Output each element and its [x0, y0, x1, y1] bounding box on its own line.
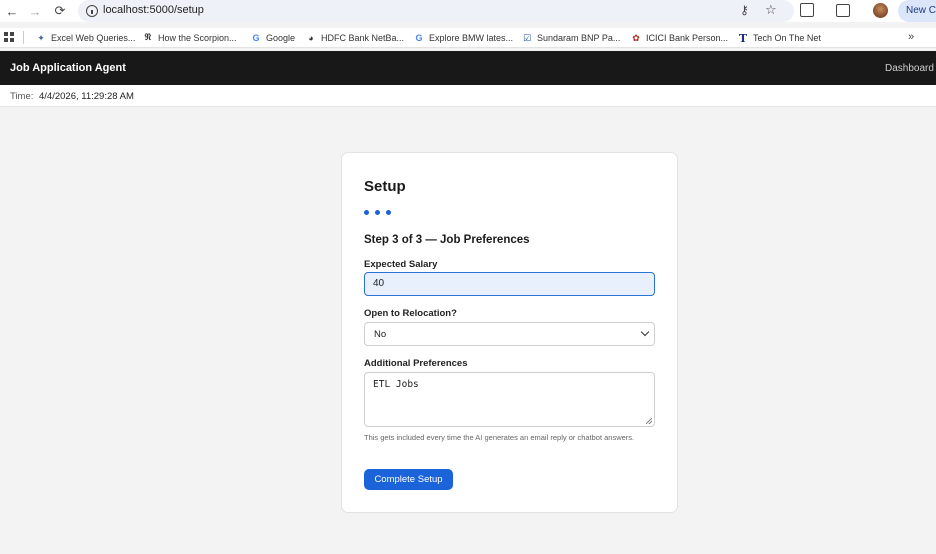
bookmark-star-icon[interactable]: ☆ [765, 2, 777, 18]
google-icon: G [415, 33, 423, 43]
bookmark-label: Explore BMW lates... [429, 33, 514, 43]
time-label: Time: [10, 91, 34, 102]
google-icon: G [252, 33, 260, 43]
bookmarks-divider [23, 31, 24, 44]
relocation-selected-value: No [374, 329, 387, 340]
salary-label: Expected Salary [364, 259, 438, 270]
preferences-help-text: This gets included every time the AI gen… [364, 433, 635, 442]
password-key-icon[interactable]: ⚷ [740, 3, 749, 17]
extensions-icon[interactable] [800, 3, 814, 17]
new-chrome-button[interactable]: New Ch [898, 0, 936, 22]
bookmark-scorpion[interactable]: 𝔑 How the Scorpion... [143, 31, 237, 45]
app-header: Job Application Agent Dashboard [0, 51, 936, 85]
bookmark-label: Google [266, 33, 296, 43]
bookmark-icici[interactable]: ✿ ICICI Bank Person... [631, 31, 728, 45]
setup-card: Setup Step 3 of 3 — Job Preferences Expe… [341, 152, 678, 513]
resize-handle-icon[interactable] [646, 418, 652, 424]
additional-preferences-textarea[interactable]: ETL Jobs [364, 372, 655, 427]
nyt-icon: 𝔑 [144, 33, 152, 43]
bookmark-label: Excel Web Queries... [51, 33, 136, 43]
page-title: Setup [364, 178, 406, 195]
bookmarks-bar: ✦ Excel Web Queries... 𝔑 How the Scorpio… [0, 28, 936, 48]
bookmark-sundaram[interactable]: ☑ Sundaram BNP Pa... [522, 31, 620, 45]
step-dot-3 [386, 210, 391, 215]
back-arrow-icon[interactable]: ← [3, 2, 21, 20]
excel-icon: ✦ [37, 32, 45, 43]
bookmark-hdfc[interactable]: ◕ HDFC Bank NetBa... [306, 31, 404, 45]
bookmark-label: How the Scorpion... [158, 33, 237, 43]
address-url[interactable]: localhost:5000/setup [103, 4, 204, 16]
sundaram-icon: ☑ [522, 32, 532, 43]
bookmark-label: Tech On The Net [753, 33, 821, 43]
time-value: 4/4/2026, 11:29:28 AM [39, 91, 134, 102]
complete-setup-button[interactable]: Complete Setup [364, 469, 453, 490]
chevron-down-icon [640, 327, 650, 337]
dashboard-link[interactable]: Dashboard [885, 63, 934, 74]
bookmark-label: HDFC Bank NetBa... [321, 33, 405, 43]
time-bar: Time: 4/4/2026, 11:29:28 AM [0, 85, 936, 107]
browser-toolbar: ← → ⟳ localhost:5000/setup ⚷ ☆ New Ch [0, 0, 936, 22]
relocation-select[interactable]: No [364, 322, 655, 346]
bookmark-google[interactable]: G Google [251, 31, 295, 45]
preferences-label: Additional Preferences [364, 358, 468, 369]
bookmark-tech-on-the-net[interactable]: T Tech On The Net [738, 31, 821, 45]
apps-grid-icon[interactable] [4, 32, 14, 42]
bookmark-excel-web-queries[interactable]: ✦ Excel Web Queries... [36, 31, 135, 45]
step-dot-1 [364, 210, 369, 215]
step-title: Step 3 of 3 — Job Preferences [364, 234, 530, 246]
icici-icon: ✿ [632, 32, 640, 43]
preferences-text: ETL Jobs [373, 379, 419, 390]
app-title: Job Application Agent [10, 62, 126, 74]
site-info-icon[interactable] [86, 5, 98, 17]
tab-search-icon[interactable] [836, 4, 850, 17]
forward-arrow-icon[interactable]: → [26, 2, 44, 20]
globe-icon: ◕ [308, 33, 314, 43]
bookmarks-overflow-icon[interactable]: » [908, 31, 914, 43]
bookmark-label: Sundaram BNP Pa... [537, 33, 621, 43]
tech-icon: T [738, 31, 748, 45]
relocation-label: Open to Relocation? [364, 308, 457, 319]
expected-salary-input[interactable]: 40 [364, 272, 655, 296]
profile-avatar[interactable] [873, 3, 888, 18]
bookmark-bmw[interactable]: G Explore BMW lates... [414, 31, 513, 45]
address-bar[interactable]: localhost:5000/setup ⚷ ☆ [78, 0, 794, 22]
bookmark-label: ICICI Bank Person... [646, 33, 729, 43]
reload-icon[interactable]: ⟳ [51, 2, 69, 20]
step-dot-2 [375, 210, 380, 215]
